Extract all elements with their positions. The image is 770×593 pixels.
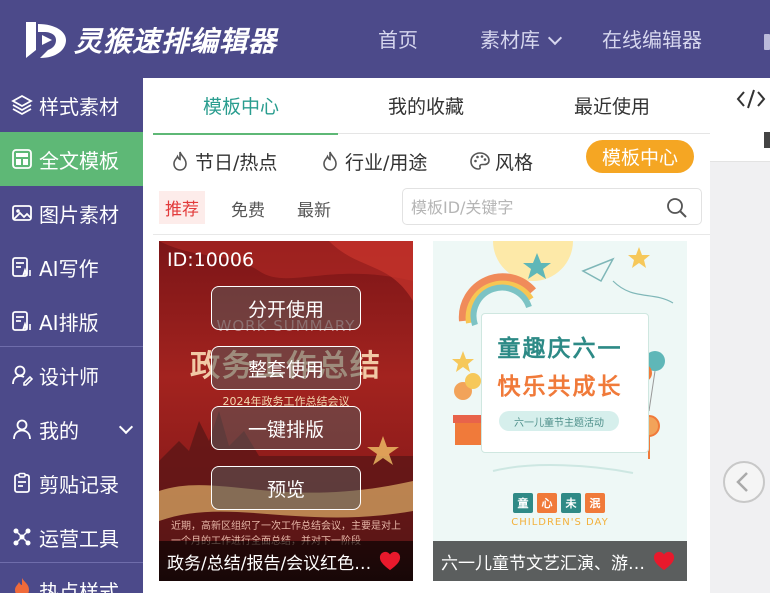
code-icon[interactable]: [736, 88, 766, 110]
sidebar-item-label: AI排版: [39, 310, 99, 335]
poster-char-box: 泯: [585, 493, 605, 513]
template-tabs: 模板中心 我的收藏 最近使用: [153, 78, 710, 135]
sidebar-item-clipboard-history[interactable]: 剪贴记录: [0, 456, 143, 510]
nav-home-label: 首页: [378, 28, 418, 52]
category-festival-hot[interactable]: 节日/热点: [169, 148, 277, 174]
nav-online-editor[interactable]: 在线编辑器: [602, 24, 702, 53]
tab-my-favorites[interactable]: 我的收藏: [388, 92, 464, 119]
sidebar-item-ai-write[interactable]: AI写作: [0, 240, 143, 294]
flame-icon: [173, 151, 187, 171]
chevron-down-icon: [547, 30, 563, 46]
sidebar-item-label: 热点样式: [39, 580, 119, 593]
template-card[interactable]: ID:10006 WORK SUMMARY 政务工作总结 2024年政务工作总结…: [159, 241, 413, 581]
nav-material-library[interactable]: 素材库: [480, 24, 563, 53]
sidebar-item-designer[interactable]: 设计师: [0, 348, 143, 402]
sidebar-item-hot-styles[interactable]: 热点样式: [0, 566, 143, 593]
tab-template-center[interactable]: 模板中心: [203, 92, 279, 119]
template-icon: [12, 149, 32, 169]
poster-char-box: 童: [513, 493, 533, 513]
heart-icon[interactable]: [653, 550, 675, 572]
search-icon[interactable]: [665, 196, 689, 220]
palette-icon: [470, 152, 490, 170]
category-label: 行业/用途: [345, 151, 428, 174]
brand-name[interactable]: 灵猴速排编辑器: [74, 20, 277, 60]
ai-layout-icon: [12, 311, 31, 331]
sidebar-item-label: 剪贴记录: [39, 472, 119, 497]
template-card[interactable]: 童趣庆六一 快乐共成长 六一儿童节主题活动 童 心 未 泯 CHILDREN'S…: [433, 241, 687, 581]
top-navigation-bar: 灵猴速排编辑器 首页 素材库 在线编辑器: [0, 0, 770, 78]
tab-recently-used[interactable]: 最近使用: [574, 92, 650, 119]
sidebar-item-label: 我的: [39, 418, 79, 443]
tools-icon: [13, 528, 31, 546]
nav-material-label: 素材库: [480, 28, 540, 52]
sidebar-item-operation-tools[interactable]: 运营工具: [0, 510, 143, 564]
use-full-set-button[interactable]: 整套使用: [211, 346, 361, 390]
ai-write-icon: [12, 257, 31, 277]
sidebar-item-label: 图片素材: [39, 202, 119, 227]
template-id-label: ID:10006: [167, 249, 255, 271]
chevron-down-icon: [118, 419, 134, 435]
nav-overflow-item[interactable]: [764, 34, 770, 50]
poster-char-box: 未: [561, 493, 581, 513]
sidebar-divider: [0, 346, 143, 347]
template-caption-text: 六一儿童节文艺汇演、游园活动: [441, 553, 646, 574]
sidebar: 样式素材 全文模板 图片素材 AI写作 AI排版 设计师 我的 剪贴记录 运营工…: [0, 78, 143, 593]
collapse-panel-button[interactable]: [722, 460, 766, 504]
image-icon: [12, 205, 32, 221]
sidebar-item-label: 运营工具: [39, 526, 119, 551]
one-click-layout-button[interactable]: 一键排版: [211, 406, 361, 450]
sidebar-item-style-material[interactable]: 样式素材: [0, 78, 143, 132]
sidebar-item-full-template[interactable]: 全文模板: [0, 132, 143, 186]
sidebar-item-mine[interactable]: 我的: [0, 402, 143, 456]
category-label: 风格: [495, 151, 534, 174]
template-caption: 政务/总结/报告/会议红色模板: [159, 541, 413, 581]
poster-title-line2: 快乐共成长: [497, 374, 623, 400]
nav-editor-label: 在线编辑器: [602, 28, 702, 52]
sidebar-item-image-material[interactable]: 图片素材: [0, 186, 143, 240]
poster-title-line1: 童趣庆六一: [497, 336, 623, 362]
sidebar-item-label: AI写作: [39, 256, 99, 281]
clipboard-icon: [14, 472, 30, 493]
template-search-box: [402, 188, 702, 225]
poster-tag: 六一儿童节主题活动: [499, 411, 619, 431]
filter-free[interactable]: 免费: [231, 196, 265, 221]
category-label: 节日/热点: [195, 151, 278, 174]
poster-english-label: CHILDREN'S DAY: [511, 517, 609, 528]
category-style[interactable]: 风格: [469, 148, 533, 174]
filter-latest[interactable]: 最新: [297, 196, 331, 221]
poster-char-box: 心: [537, 493, 557, 513]
heart-icon[interactable]: [379, 550, 401, 572]
sidebar-item-ai-layout[interactable]: AI排版: [0, 294, 143, 348]
template-caption: 六一儿童节文艺汇演、游园活动: [433, 541, 687, 581]
active-tab-underline: [153, 133, 338, 135]
sidebar-item-label: 设计师: [39, 364, 99, 389]
template-caption-text: 政务/总结/报告/会议红色模板: [167, 553, 372, 574]
fire-icon: [15, 578, 29, 593]
preview-button[interactable]: 预览: [211, 466, 361, 510]
sidebar-item-label: 样式素材: [39, 94, 119, 119]
template-panel: 模板中心 我的收藏 最近使用 节日/热点 行业/用途 风格 模板中心 推荐 免费…: [143, 78, 710, 593]
nav-home[interactable]: 首页: [378, 24, 418, 53]
user-icon: [13, 419, 31, 440]
brand-logo-icon[interactable]: [22, 18, 70, 62]
use-separately-button[interactable]: 分开使用: [211, 286, 361, 330]
category-industry-usage[interactable]: 行业/用途: [319, 148, 427, 174]
template-search-input[interactable]: [411, 195, 651, 219]
filter-recommended[interactable]: 推荐: [159, 191, 205, 224]
sidebar-divider: [0, 562, 143, 563]
sidebar-item-label: 全文模板: [39, 148, 119, 173]
flame-icon: [323, 151, 337, 171]
editor-toolbar-stub: [764, 132, 770, 148]
template-center-pill-button[interactable]: 模板中心: [586, 140, 694, 173]
designer-icon: [12, 365, 33, 386]
layers-icon: [11, 94, 33, 116]
